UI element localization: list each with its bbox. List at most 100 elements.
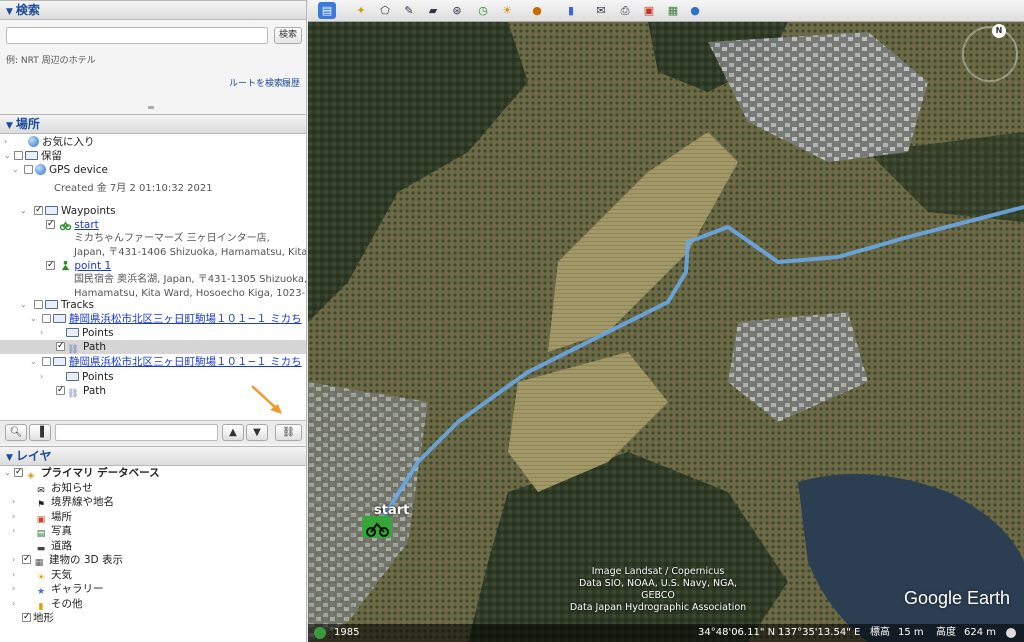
checkbox[interactable] <box>22 610 31 624</box>
tree-item-favorites[interactable]: › お気に入り <box>4 135 95 149</box>
places-header[interactable]: ▼ 場所 <box>0 114 306 134</box>
move-down-button[interactable]: ▼ <box>246 424 268 441</box>
historical-year-icon[interactable] <box>314 627 326 639</box>
map-view[interactable]: start N Image Landsat / Copernicus Data … <box>308 0 1024 642</box>
layer-item-terrain[interactable]: 地形 <box>22 610 54 625</box>
tree-item-track1-points[interactable]: › Points <box>40 326 114 340</box>
sidebar-toggle-button[interactable]: ▤ <box>318 2 336 19</box>
layer-primary-database[interactable]: ⌄ ◈プライマリ データベース <box>4 466 160 481</box>
expand-arrow-icon[interactable]: ⌄ <box>30 355 38 369</box>
earth-gallery-button[interactable]: ● <box>686 2 704 19</box>
expand-arrow-icon[interactable]: › <box>12 582 20 596</box>
layer-item-3d-buildings[interactable]: › ▦建物の 3D 表示 <box>12 552 123 568</box>
record-tour-button[interactable]: ⊛ <box>448 2 466 19</box>
checkbox[interactable] <box>34 203 43 217</box>
email-button[interactable]: ✉ <box>592 2 610 19</box>
view-in-maps-button[interactable]: ▦ <box>664 2 682 19</box>
compass-ring[interactable] <box>962 26 1018 82</box>
layer-item-other[interactable]: › ▮ その他 <box>12 597 83 612</box>
tree-item-track2-points[interactable]: › Points <box>40 370 114 384</box>
collapse-triangle-icon: ▼ <box>6 453 13 463</box>
print-button[interactable]: ⎙ <box>616 2 634 19</box>
checkbox[interactable] <box>56 339 65 353</box>
checkbox[interactable] <box>42 314 51 323</box>
folder-icon <box>25 151 38 160</box>
tree-item-start[interactable]: start <box>46 217 99 232</box>
tree-item-tracks[interactable]: ⌄ Tracks <box>20 298 94 312</box>
track1-link[interactable]: 静岡県浜松市北区三ヶ日町駒場１０１−１ ミカち <box>69 313 302 325</box>
checkbox[interactable] <box>46 258 55 272</box>
search-header[interactable]: ▼ 検索 <box>0 0 306 20</box>
expand-arrow-icon[interactable]: › <box>12 597 20 611</box>
checkbox[interactable] <box>24 165 33 174</box>
tree-item-track1[interactable]: ⌄ 静岡県浜松市北区三ヶ日町駒場１０１−１ ミカち <box>30 312 302 326</box>
planets-button[interactable]: ● <box>528 2 546 19</box>
expand-arrow-icon[interactable]: › <box>12 568 20 582</box>
move-up-button[interactable]: ▲ <box>222 424 244 441</box>
tree-item-point1[interactable]: point 1 <box>46 258 111 273</box>
checkbox[interactable] <box>42 357 51 366</box>
layer-item-notices[interactable]: ✉ お知らせ <box>22 481 93 496</box>
search-input[interactable] <box>6 27 268 44</box>
expand-arrow-icon[interactable]: › <box>12 495 20 509</box>
checkbox[interactable] <box>46 217 55 231</box>
checkbox[interactable] <box>34 300 43 309</box>
search-button[interactable]: 検索 <box>274 27 302 44</box>
splitter-handle[interactable] <box>148 106 154 109</box>
expand-arrow-icon[interactable]: ⌄ <box>20 298 28 312</box>
checkbox[interactable] <box>56 383 65 397</box>
panel-toggle-button[interactable]: ▐ <box>29 424 51 441</box>
layer-item-roads[interactable]: ▬ 道路 <box>22 539 72 554</box>
start-marker-bike-icon[interactable] <box>362 516 392 538</box>
layers-header[interactable]: ▼ レイヤ <box>0 446 306 466</box>
start-description-1: ミカちゃんファーマーズ 三ヶ日インター店, <box>74 233 270 244</box>
layer-item-photos[interactable]: › ▤ 写真 <box>12 524 72 539</box>
track2-link[interactable]: 静岡県浜松市北区三ヶ日町駒場１０１−１ ミカち <box>69 356 302 368</box>
add-path-button[interactable]: ✎ <box>400 2 418 19</box>
image-overlay-button[interactable]: ▰ <box>424 2 442 19</box>
tree-item-track2[interactable]: ⌄ 静岡県浜松市北区三ヶ日町駒場１０１−１ ミカち <box>30 355 302 369</box>
ruler-button[interactable]: ▮ <box>562 2 580 19</box>
save-image-button[interactable]: ▣ <box>640 2 658 19</box>
checkbox[interactable] <box>22 552 31 566</box>
expand-arrow-icon[interactable]: › <box>12 524 20 538</box>
tour-button[interactable]: ⛓ <box>275 424 302 441</box>
checkbox[interactable] <box>14 466 23 479</box>
expand-arrow-icon[interactable]: › <box>12 510 20 524</box>
sunlight-button[interactable]: ☀ <box>498 2 516 19</box>
expand-arrow-icon[interactable]: › <box>40 326 48 340</box>
route-search-link[interactable]: ルートを検索 <box>229 76 283 89</box>
elevation-value: 15 m <box>898 627 924 638</box>
tree-item-gps-device[interactable]: ⌄ GPS device <box>12 163 108 177</box>
tree-item-waypoints[interactable]: ⌄ Waypoints <box>20 203 116 218</box>
expand-arrow-icon[interactable]: ⌄ <box>30 312 38 326</box>
start-link[interactable]: start <box>74 219 98 231</box>
expand-arrow-icon[interactable]: › <box>4 135 12 149</box>
status-bar: 1985 34°48'06.11" N 137°35'13.54" E 標高 1… <box>308 624 1024 642</box>
expand-arrow-icon[interactable]: › <box>40 370 48 384</box>
tree-item-track2-path[interactable]: ⛓ Path <box>56 383 106 399</box>
expand-arrow-icon[interactable]: ⌄ <box>20 204 28 218</box>
layer-item-places[interactable]: › ▣ 場所 <box>12 510 72 525</box>
layer-item-gallery[interactable]: › ★ ギャラリー <box>12 582 104 597</box>
tree-item-saved[interactable]: ⌄ 保留 <box>4 149 62 163</box>
historical-imagery-button[interactable]: ◷ <box>474 2 492 19</box>
eye-altitude-value: 624 m <box>964 627 997 638</box>
places-filter-input[interactable] <box>55 424 218 441</box>
point1-link[interactable]: point 1 <box>74 260 111 272</box>
expand-arrow-icon[interactable]: ⌄ <box>12 163 20 177</box>
checkbox[interactable] <box>14 151 23 160</box>
add-polygon-button[interactable]: ⬠ <box>376 2 394 19</box>
layer-item-weather[interactable]: › ☀ 天気 <box>12 568 72 583</box>
tree-item-track1-path[interactable]: ⛓Path <box>0 339 306 355</box>
north-indicator-icon[interactable]: N <box>992 24 1006 38</box>
globe-icon <box>35 164 46 175</box>
history-link[interactable]: 履歴 <box>282 76 300 89</box>
expand-arrow-icon[interactable]: ⌄ <box>4 149 12 163</box>
expand-arrow-icon[interactable]: ⌄ <box>4 466 12 480</box>
satellite-imagery[interactable] <box>308 22 1024 642</box>
search-places-button[interactable]: 🔍︎ <box>5 424 27 441</box>
add-placemark-button[interactable]: ✦ <box>352 2 370 19</box>
expand-arrow-icon[interactable]: › <box>12 553 20 567</box>
layer-item-borders[interactable]: › ⚑ 境界線や地名 <box>12 495 114 510</box>
